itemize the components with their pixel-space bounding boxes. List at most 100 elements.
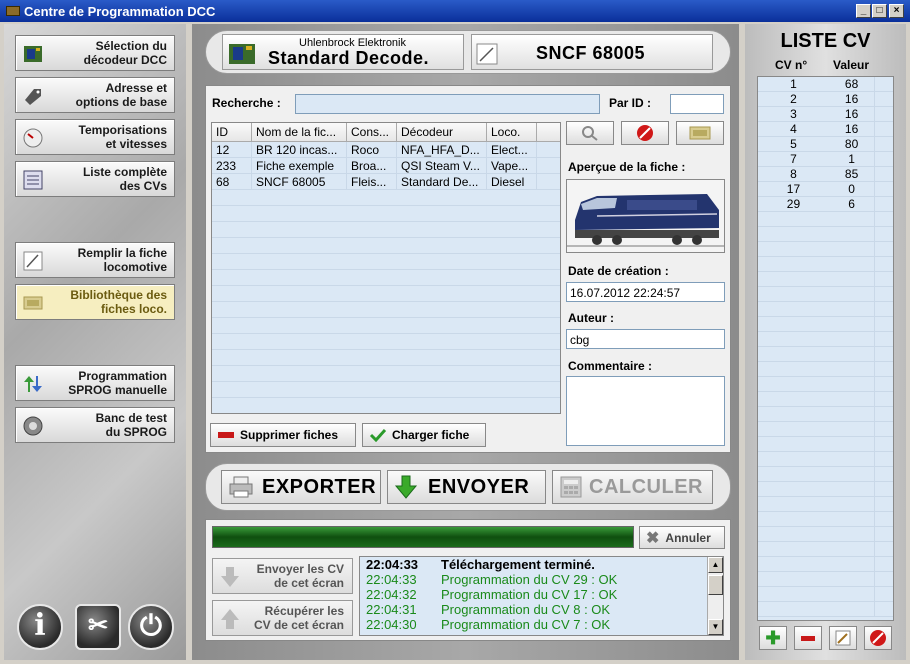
column-header[interactable]: Loco. (487, 123, 537, 141)
add-cv-button[interactable]: ✚ (759, 626, 787, 650)
power-icon[interactable]: ⏻ (128, 604, 174, 650)
clear-search-button[interactable] (621, 121, 669, 145)
load-sheet-button[interactable]: Charger fiche (362, 423, 486, 447)
sidebar-item-loco-library[interactable]: Bibliothèque des fiches loco. (15, 284, 175, 320)
edit-cv-button[interactable] (829, 626, 857, 650)
creation-date-field: 16.07.2012 22:24:57 (566, 282, 725, 302)
calculator-icon (560, 476, 582, 498)
cv-row[interactable]: 17 0 (758, 182, 893, 197)
scroll-thumb[interactable] (708, 575, 723, 595)
close-button[interactable]: × (889, 4, 904, 18)
cv-row[interactable] (758, 422, 893, 437)
cv-row[interactable] (758, 212, 893, 227)
log-entry: 22:04:33 Téléchargement terminé. (366, 557, 595, 572)
maximize-button[interactable]: □ (872, 4, 887, 18)
cv-row[interactable]: 3 16 (758, 107, 893, 122)
log-scrollbar[interactable]: ▲ ▼ (707, 557, 723, 635)
cv-row[interactable] (758, 242, 893, 257)
library-browse-button[interactable] (676, 121, 724, 145)
cv-row[interactable] (758, 227, 893, 242)
arrows-icon (24, 376, 42, 392)
cv-row[interactable] (758, 527, 893, 542)
sidebar-item-fill-loco-sheet[interactable]: Remplir la fiche locomotive (15, 242, 175, 278)
window-titlebar: Centre de Programmation DCC _ □ × (0, 0, 910, 22)
decoder-name: Standard Decode. (268, 48, 430, 68)
decoder-chip-icon (24, 46, 42, 62)
cv-row[interactable] (758, 512, 893, 527)
cv-row[interactable] (758, 437, 893, 452)
test-bench-icon (23, 416, 43, 436)
search-input[interactable] (295, 94, 600, 114)
export-button[interactable]: EXPORTER (221, 470, 381, 504)
cv-row[interactable]: 1 68 (758, 77, 893, 92)
get-screen-cv-button[interactable]: Récupérer les CV de cet écran (212, 600, 353, 636)
cv-row[interactable] (758, 332, 893, 347)
table-row[interactable]: 233 Fiche exemple Broa... QSI Steam V... Vap… (212, 158, 560, 174)
cv-row[interactable] (758, 602, 893, 617)
log-list[interactable]: 22:04:33 Téléchargement terminé. 22:04:33… (359, 556, 724, 636)
sheet-table[interactable]: ID Nom de la fic... Cons... Décodeur Loc… (211, 122, 561, 414)
cv-row[interactable] (758, 497, 893, 512)
cv-row[interactable] (758, 272, 893, 287)
column-header[interactable]: Cons... (347, 123, 397, 141)
cv-row[interactable]: 29 6 (758, 197, 893, 212)
column-header[interactable]: Nom de la fic... (252, 123, 347, 141)
sidebar-item-full-cv-list[interactable]: Liste complète des CVs (15, 161, 175, 197)
clear-cv-button[interactable] (864, 626, 892, 650)
send-screen-cv-button[interactable]: Envoyer les CV de cet écran (212, 558, 353, 594)
cv-row[interactable] (758, 302, 893, 317)
cv-row[interactable] (758, 542, 893, 557)
cv-row[interactable]: 5 80 (758, 137, 893, 152)
cv-row[interactable]: 71 (758, 152, 893, 167)
cv-row[interactable] (758, 257, 893, 272)
cv-row[interactable] (758, 407, 893, 422)
cv-row[interactable] (758, 392, 893, 407)
loco-selector[interactable]: SNCF 68005 (471, 34, 713, 70)
tools-icon[interactable]: ✂ (75, 604, 121, 650)
delete-sheets-button[interactable]: Supprimer fiches (210, 423, 356, 447)
cv-row[interactable] (758, 452, 893, 467)
cv-row[interactable] (758, 347, 893, 362)
cv-table[interactable]: 1 68 2 16 3 16 4 16 5 80 7 1 8 85 17 0 29 6 (757, 76, 894, 621)
sidebar-item-timings-speeds[interactable]: Temporisations et vitesses (15, 119, 175, 155)
scroll-down-icon[interactable]: ▼ (708, 619, 723, 635)
cv-row[interactable]: 8 85 (758, 167, 893, 182)
sidebar-item-decoder-selection[interactable]: Sélection du décodeur DCC (15, 35, 175, 71)
cv-row[interactable] (758, 467, 893, 482)
list-icon (23, 170, 43, 190)
cv-row[interactable] (758, 587, 893, 602)
cv-row[interactable] (758, 287, 893, 302)
cancel-button[interactable]: ✖ Annuler (639, 526, 725, 549)
check-icon (369, 428, 387, 442)
cv-row[interactable] (758, 482, 893, 497)
sidebar-item-address-options[interactable]: Adresse et options de base (15, 77, 175, 113)
cv-value-header: Valeur (833, 58, 870, 72)
search-button[interactable] (566, 121, 614, 145)
id-label: Par ID : (609, 96, 652, 110)
id-input[interactable] (670, 94, 724, 114)
table-row[interactable]: 12 BR 120 incas... Roco NFA_HFA_D... Elect..… (212, 142, 560, 158)
decoder-selector[interactable]: Uhlenbrock Elektronik Standard Decode. (222, 34, 464, 70)
cv-row[interactable]: 4 16 (758, 122, 893, 137)
cv-row[interactable] (758, 377, 893, 392)
plus-icon: ✚ (765, 627, 781, 648)
cv-row[interactable] (758, 572, 893, 587)
progress-bar (212, 526, 634, 548)
cv-row[interactable]: 2 16 (758, 92, 893, 107)
cv-row[interactable] (758, 557, 893, 572)
column-header[interactable]: Décodeur (397, 123, 487, 141)
send-button[interactable]: ENVOYER (387, 470, 546, 504)
column-header[interactable]: ID (212, 123, 252, 141)
cv-row[interactable] (758, 317, 893, 332)
log-entry: 22:04:32 Programmation du CV 17 : OK (366, 587, 618, 602)
sidebar-item-sprog-manual[interactable]: Programmation SPROG manuelle (15, 365, 175, 401)
author-field: cbg (566, 329, 725, 349)
sidebar-item-sprog-test-bench[interactable]: Banc de test du SPROG (15, 407, 175, 443)
table-row[interactable]: 68 SNCF 68005 Fleis... Standard De... Diesel (212, 174, 560, 190)
remove-cv-button[interactable] (794, 626, 822, 650)
calculate-button[interactable]: CALCULER (552, 470, 713, 504)
minimize-button[interactable]: _ (856, 4, 871, 18)
scroll-up-icon[interactable]: ▲ (708, 557, 723, 573)
info-icon[interactable]: i (17, 604, 63, 650)
cv-row[interactable] (758, 362, 893, 377)
